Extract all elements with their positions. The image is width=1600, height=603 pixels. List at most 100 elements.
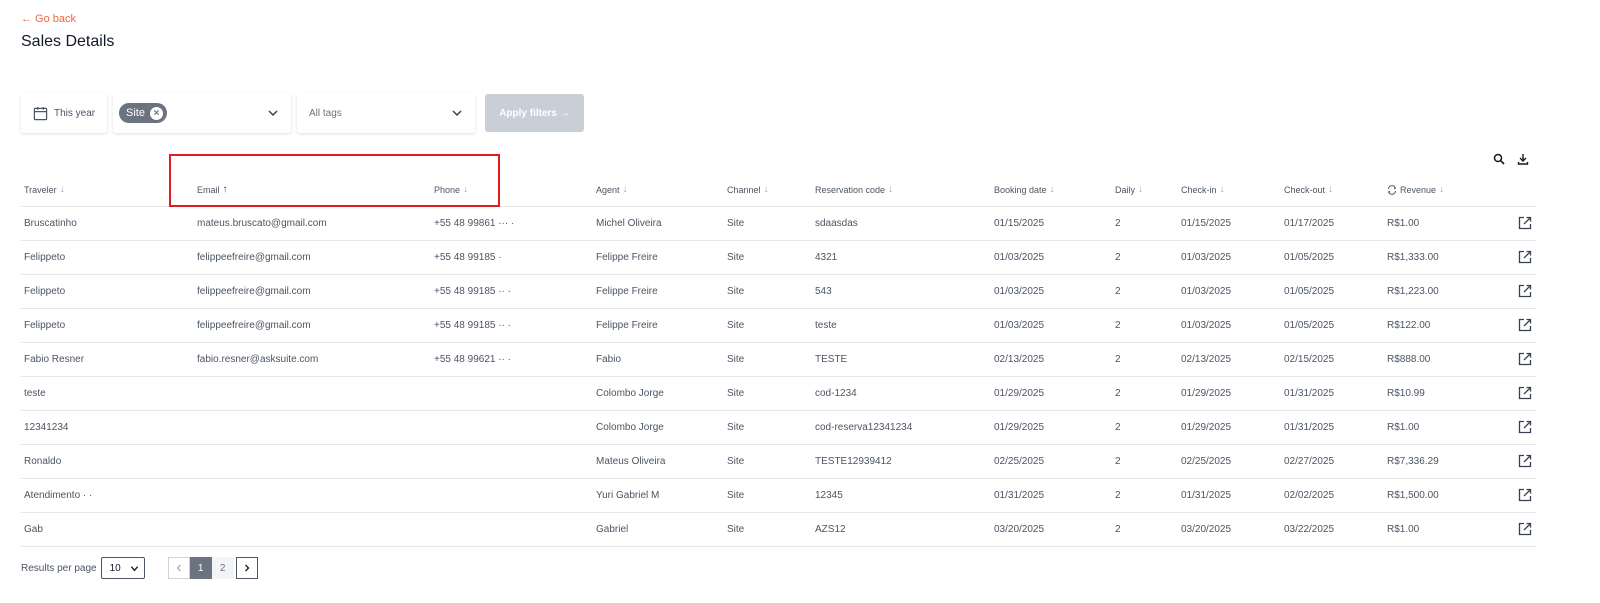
check-in-cell: 01/29/2025 (1181, 422, 1232, 433)
column-header-channel[interactable]: Channel ↓ (727, 173, 769, 206)
column-header-traveler[interactable]: Traveler ↓ (24, 173, 65, 206)
column-header-label: Revenue (1400, 184, 1437, 195)
download-icon[interactable] (1517, 153, 1529, 165)
booking-date-cell: 01/29/2025 (994, 422, 1045, 433)
external-link-icon[interactable] (1518, 352, 1532, 369)
column-header-daily[interactable]: Daily ↓ (1115, 173, 1143, 206)
sort-arrow-icon: ↓ (1219, 184, 1225, 195)
daily-cell: 2 (1115, 320, 1121, 331)
column-header-label: Reservation code (815, 184, 886, 195)
table-row: Felippeto felippeefreire@gmail.com +55 48 … (21, 241, 1536, 275)
tags-filter[interactable]: All tags (297, 93, 475, 133)
channel-cell: Site (727, 490, 745, 501)
reservation-code-cell: TESTE (815, 354, 848, 365)
table-body: Bruscatinho mateus.bruscato@gmail.com +55 … (21, 207, 1536, 547)
booking-date-cell: 02/13/2025 (994, 354, 1045, 365)
external-link-icon[interactable] (1518, 216, 1532, 233)
daily-cell: 2 (1115, 218, 1121, 229)
external-link-icon[interactable] (1518, 488, 1532, 505)
pagination-bar: Results per page 10 1 2 (21, 557, 258, 579)
column-header-label: Check-in (1181, 184, 1217, 195)
chevron-right-icon (244, 564, 250, 572)
column-header-revenue[interactable]: Revenue ↓ (1387, 173, 1444, 206)
reservation-code-cell: TESTE12939412 (815, 456, 892, 467)
email-cell: felippeefreire@gmail.com (197, 320, 311, 331)
email-cell: felippeefreire@gmail.com (197, 252, 311, 263)
table-row: Felippeto felippeefreire@gmail.com +55 48 … (21, 275, 1536, 309)
phone-cell: +55 48 99185 ·· · (434, 320, 511, 331)
external-link-icon[interactable] (1518, 318, 1532, 335)
currency-exchange-icon (1387, 184, 1397, 195)
reservation-code-cell: AZS12 (815, 524, 846, 535)
check-out-cell: 02/15/2025 (1284, 354, 1335, 365)
sort-arrow-icon: ↓ (1439, 184, 1445, 195)
daily-cell: 2 (1115, 286, 1121, 297)
page-button-1[interactable]: 1 (189, 557, 212, 579)
channel-filter[interactable]: Site × (113, 93, 291, 133)
phone-cell: +55 48 99185 ·· · (434, 286, 511, 297)
column-header-booking-date[interactable]: Booking date ↓ (994, 173, 1055, 206)
booking-date-cell: 01/31/2025 (994, 490, 1045, 501)
traveler-cell: Felippeto (24, 320, 66, 331)
check-in-cell: 01/31/2025 (1181, 490, 1232, 501)
reservation-code-cell: cod-reserva12341234 (815, 422, 913, 433)
external-link-icon[interactable] (1518, 250, 1532, 267)
calendar-icon (33, 106, 48, 120)
check-in-cell: 02/13/2025 (1181, 354, 1232, 365)
column-header-reservation-code[interactable]: Reservation code ↓ (815, 173, 893, 206)
check-out-cell: 01/31/2025 (1284, 388, 1335, 399)
traveler-cell: Atendimento · · (24, 490, 93, 501)
go-back-link[interactable]: ← Go back (21, 13, 76, 25)
reservation-code-cell: sdaasdas (815, 218, 858, 229)
page-title: Sales Details (21, 33, 115, 50)
reservation-code-cell: 4321 (815, 252, 838, 263)
booking-date-cell: 01/03/2025 (994, 252, 1045, 263)
table-row: 12341234 Colombo Jorge Site cod-reserva1234… (21, 411, 1536, 445)
booking-date-cell: 01/03/2025 (994, 320, 1045, 331)
revenue-cell: R$1,333.00 (1387, 252, 1439, 263)
revenue-cell: R$10.99 (1387, 388, 1425, 399)
column-header-agent[interactable]: Agent ↓ (596, 173, 628, 206)
sales-table: Traveler ↓ Email ↑ Phone ↓ Agent ↓ Channel ↓ … (21, 173, 1536, 547)
search-icon[interactable] (1493, 153, 1505, 165)
revenue-cell: R$1,500.00 (1387, 490, 1439, 501)
page-button-2[interactable]: 2 (211, 557, 234, 579)
external-link-icon[interactable] (1518, 522, 1532, 539)
column-header-label: Daily (1115, 184, 1136, 195)
column-header-check-in[interactable]: Check-in ↓ (1181, 173, 1225, 206)
external-link-icon[interactable] (1518, 284, 1532, 301)
check-out-cell: 02/02/2025 (1284, 490, 1335, 501)
next-page-button[interactable] (235, 557, 258, 579)
daily-cell: 2 (1115, 456, 1121, 467)
check-in-cell: 01/03/2025 (1181, 286, 1232, 297)
table-row: Bruscatinho mateus.bruscato@gmail.com +55 … (21, 207, 1536, 241)
close-icon[interactable]: × (149, 106, 163, 120)
reservation-code-cell: cod-1234 (815, 388, 857, 399)
traveler-cell: Felippeto (24, 252, 66, 263)
sort-arrow-icon: ↓ (59, 184, 65, 195)
daily-cell: 2 (1115, 422, 1121, 433)
results-per-page-select[interactable]: 10 (100, 557, 145, 579)
check-out-cell: 01/31/2025 (1284, 422, 1335, 433)
chevron-down-icon[interactable] (451, 107, 463, 119)
previous-page-button[interactable] (167, 557, 190, 579)
revenue-cell: R$1,223.00 (1387, 286, 1439, 297)
check-out-cell: 03/22/2025 (1284, 524, 1335, 535)
revenue-cell: R$122.00 (1387, 320, 1431, 331)
external-link-icon[interactable] (1518, 386, 1532, 403)
date-filter[interactable]: This year (21, 93, 107, 133)
chevron-down-icon[interactable] (267, 107, 279, 119)
column-header-check-out[interactable]: Check-out ↓ (1284, 173, 1333, 206)
external-link-icon[interactable] (1518, 420, 1532, 437)
reservation-code-cell: 543 (815, 286, 832, 297)
pager: 1 2 (167, 557, 258, 579)
check-out-cell: 01/17/2025 (1284, 218, 1335, 229)
channel-cell: Site (727, 388, 745, 399)
traveler-cell: 12341234 (24, 422, 69, 433)
table-row: Atendimento · · Yuri Gabriel M Site 12345 01… (21, 479, 1536, 513)
external-link-icon[interactable] (1518, 454, 1532, 471)
check-out-cell: 01/05/2025 (1284, 320, 1335, 331)
highlight-box (169, 154, 500, 207)
reservation-code-cell: teste (815, 320, 837, 331)
apply-filters-button[interactable]: Apply filters → (485, 94, 584, 132)
